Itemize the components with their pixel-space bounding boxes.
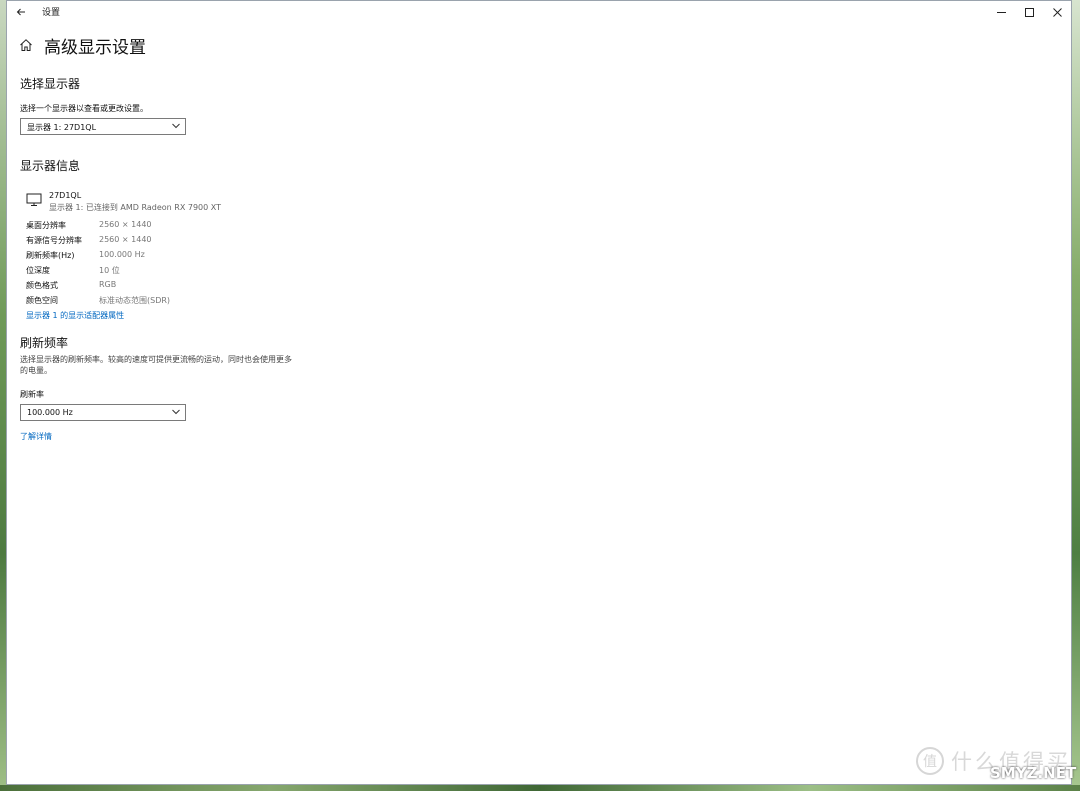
page-header: 高级显示设置 — [19, 33, 146, 58]
display-info-heading: 显示器信息 — [20, 159, 81, 173]
refresh-rate-description: 选择显示器的刷新频率。较高的速度可提供更流畅的运动，同时也会使用更多的电量。 — [20, 355, 292, 375]
adapter-properties-link[interactable]: 显示器 1 的显示适配器属性 — [26, 310, 124, 321]
chevron-down-icon — [172, 123, 180, 129]
info-label: 桌面分辨率 — [26, 221, 66, 230]
settings-content: 高级显示设置 选择显示器 选择一个显示器以查看或更改设置。 显示器 1: 27D… — [7, 23, 1071, 784]
maximize-button[interactable] — [1015, 1, 1043, 23]
watermark-text-en: SMYZ.NET — [990, 764, 1077, 782]
close-button[interactable] — [1043, 1, 1071, 23]
refresh-rate-dropdown[interactable]: 100.000 Hz — [20, 404, 186, 421]
desktop-background-bottom — [0, 785, 1080, 791]
refresh-rate-heading: 刷新频率 — [20, 336, 69, 350]
maximize-icon — [1024, 7, 1034, 17]
minimize-button[interactable] — [987, 1, 1015, 23]
title-bar: 设置 — [7, 1, 1071, 23]
info-label: 位深度 — [26, 266, 50, 275]
info-label: 颜色空间 — [26, 296, 58, 305]
desktop-background-right — [1072, 0, 1080, 791]
minimize-icon — [996, 11, 1006, 13]
info-value: 标准动态范围(SDR) — [99, 296, 171, 305]
settings-window: 设置 高级显示设置 选择显示器 选择一个显示器以查看或更改设置。 显示器 1: … — [6, 0, 1076, 785]
refresh-rate-value: 100.000 Hz — [27, 408, 73, 417]
home-icon[interactable] — [19, 38, 33, 52]
close-icon — [1052, 7, 1062, 17]
info-value: 2560 × 1440 — [99, 235, 152, 244]
display-select-value: 显示器 1: 27D1QL — [27, 123, 97, 132]
refresh-rate-field-label: 刷新率 — [20, 390, 44, 399]
info-label: 有源信号分辨率 — [26, 236, 82, 245]
info-value: 2560 × 1440 — [99, 220, 152, 229]
monitor-name: 27D1QL — [49, 191, 82, 200]
info-label: 颜色格式 — [26, 281, 58, 290]
info-value: 10 位 — [99, 266, 120, 275]
display-select-dropdown[interactable]: 显示器 1: 27D1QL — [20, 118, 186, 135]
window-title: 设置 — [42, 8, 61, 18]
learn-more-link[interactable]: 了解详情 — [20, 431, 52, 442]
monitor-connection: 显示器 1: 已连接到 AMD Radeon RX 7900 XT — [49, 203, 221, 212]
info-label: 刷新频率(Hz) — [26, 251, 75, 260]
select-display-heading: 选择显示器 — [20, 77, 81, 91]
chevron-down-icon — [172, 409, 180, 415]
monitor-icon — [26, 193, 42, 206]
back-arrow-icon — [16, 8, 25, 16]
watermark-logo-icon: 值 — [916, 747, 944, 775]
watermark: 值 什么值得买 SMYZ.NET — [915, 746, 1076, 782]
info-value: 100.000 Hz — [99, 250, 145, 259]
info-value: RGB — [99, 280, 117, 289]
page-title: 高级显示设置 — [44, 37, 146, 58]
svg-text:值: 值 — [923, 754, 937, 770]
back-button[interactable] — [10, 1, 32, 23]
select-display-instruction: 选择一个显示器以查看或更改设置。 — [20, 104, 148, 113]
